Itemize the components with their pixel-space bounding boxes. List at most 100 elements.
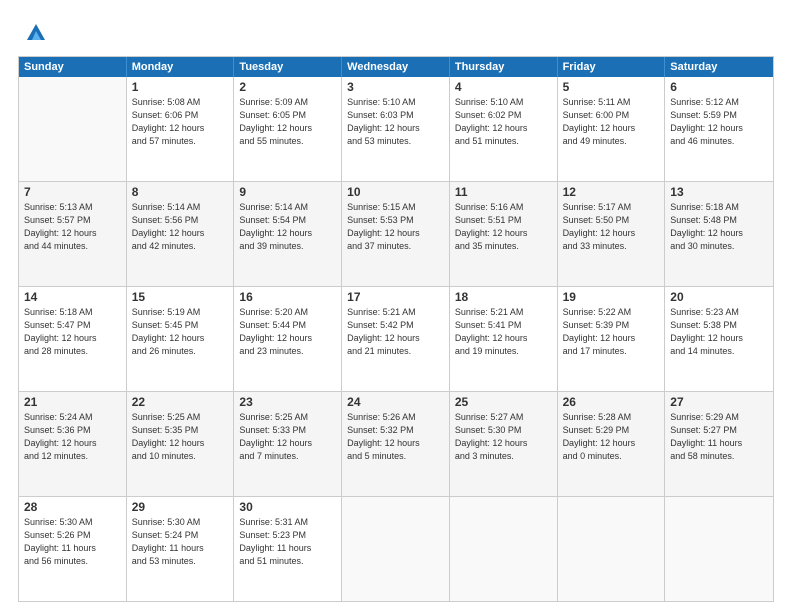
calendar-row-2: 7 Sunrise: 5:13 AM Sunset: 5:57 PM Daylig… [19,182,773,287]
day-info: Sunrise: 5:19 AM Sunset: 5:45 PM Dayligh… [132,306,229,358]
day-header-friday: Friday [558,57,666,77]
day-info: Sunrise: 5:10 AM Sunset: 6:02 PM Dayligh… [455,96,552,148]
calendar-cell-2-2: 8 Sunrise: 5:14 AM Sunset: 5:56 PM Daylig… [127,182,235,286]
logo-icon [22,18,50,46]
day-number: 6 [670,80,768,94]
day-header-thursday: Thursday [450,57,558,77]
calendar-cell-1-7: 6 Sunrise: 5:12 AM Sunset: 5:59 PM Daylig… [665,77,773,181]
day-info: Sunrise: 5:18 AM Sunset: 5:48 PM Dayligh… [670,201,768,253]
day-number: 26 [563,395,660,409]
day-number: 25 [455,395,552,409]
day-info: Sunrise: 5:24 AM Sunset: 5:36 PM Dayligh… [24,411,121,463]
header [18,18,774,46]
calendar-cell-1-3: 2 Sunrise: 5:09 AM Sunset: 6:05 PM Daylig… [234,77,342,181]
day-info: Sunrise: 5:25 AM Sunset: 5:35 PM Dayligh… [132,411,229,463]
day-number: 1 [132,80,229,94]
day-info: Sunrise: 5:17 AM Sunset: 5:50 PM Dayligh… [563,201,660,253]
calendar-cell-3-1: 14Sunrise: 5:18 AM Sunset: 5:47 PM Dayli… [19,287,127,391]
day-info: Sunrise: 5:08 AM Sunset: 6:06 PM Dayligh… [132,96,229,148]
day-number: 21 [24,395,121,409]
day-number: 23 [239,395,336,409]
day-number: 8 [132,185,229,199]
calendar-cell-2-4: 10 Sunrise: 5:15 AM Sunset: 5:53 PM Dayli… [342,182,450,286]
day-info: Sunrise: 5:30 AM Sunset: 5:24 PM Dayligh… [132,516,229,568]
calendar-cell-4-5: 25Sunrise: 5:27 AM Sunset: 5:30 PM Dayli… [450,392,558,496]
day-header-saturday: Saturday [665,57,773,77]
calendar-cell-4-3: 23Sunrise: 5:25 AM Sunset: 5:33 PM Dayli… [234,392,342,496]
calendar-cell-4-2: 22 Sunrise: 5:25 AM Sunset: 5:35 PM Dayli… [127,392,235,496]
calendar-cell-2-7: 13Sunrise: 5:18 AM Sunset: 5:48 PM Dayli… [665,182,773,286]
day-info: Sunrise: 5:23 AM Sunset: 5:38 PM Dayligh… [670,306,768,358]
day-number: 15 [132,290,229,304]
day-header-sunday: Sunday [19,57,127,77]
calendar-cell-2-3: 9 Sunrise: 5:14 AM Sunset: 5:54 PM Daylig… [234,182,342,286]
calendar-cell-5-4 [342,497,450,601]
day-number: 28 [24,500,121,514]
day-number: 29 [132,500,229,514]
calendar-row-5: 28Sunrise: 5:30 AM Sunset: 5:26 PM Dayli… [19,497,773,601]
day-info: Sunrise: 5:13 AM Sunset: 5:57 PM Dayligh… [24,201,121,253]
day-info: Sunrise: 5:29 AM Sunset: 5:27 PM Dayligh… [670,411,768,463]
calendar-cell-3-2: 15 Sunrise: 5:19 AM Sunset: 5:45 PM Dayli… [127,287,235,391]
day-number: 18 [455,290,552,304]
day-number: 9 [239,185,336,199]
calendar-cell-1-4: 3 Sunrise: 5:10 AM Sunset: 6:03 PM Daylig… [342,77,450,181]
day-number: 22 [132,395,229,409]
day-info: Sunrise: 5:26 AM Sunset: 5:32 PM Dayligh… [347,411,444,463]
calendar-cell-4-1: 21 Sunrise: 5:24 AM Sunset: 5:36 PM Dayli… [19,392,127,496]
day-info: Sunrise: 5:21 AM Sunset: 5:41 PM Dayligh… [455,306,552,358]
day-info: Sunrise: 5:12 AM Sunset: 5:59 PM Dayligh… [670,96,768,148]
day-number: 24 [347,395,444,409]
day-info: Sunrise: 5:11 AM Sunset: 6:00 PM Dayligh… [563,96,660,148]
day-info: Sunrise: 5:09 AM Sunset: 6:05 PM Dayligh… [239,96,336,148]
day-number: 7 [24,185,121,199]
calendar-cell-1-6: 5 Sunrise: 5:11 AM Sunset: 6:00 PM Daylig… [558,77,666,181]
day-number: 16 [239,290,336,304]
day-header-wednesday: Wednesday [342,57,450,77]
calendar-row-4: 21 Sunrise: 5:24 AM Sunset: 5:36 PM Dayli… [19,392,773,497]
calendar-cell-4-7: 27 Sunrise: 5:29 AM Sunset: 5:27 PM Dayli… [665,392,773,496]
calendar-cell-1-1 [19,77,127,181]
calendar-cell-2-1: 7 Sunrise: 5:13 AM Sunset: 5:57 PM Daylig… [19,182,127,286]
day-info: Sunrise: 5:16 AM Sunset: 5:51 PM Dayligh… [455,201,552,253]
day-info: Sunrise: 5:28 AM Sunset: 5:29 PM Dayligh… [563,411,660,463]
day-header-monday: Monday [127,57,235,77]
day-number: 5 [563,80,660,94]
day-info: Sunrise: 5:31 AM Sunset: 5:23 PM Dayligh… [239,516,336,568]
page: SundayMondayTuesdayWednesdayThursdayFrid… [0,0,792,612]
day-number: 14 [24,290,121,304]
calendar-cell-3-3: 16 Sunrise: 5:20 AM Sunset: 5:44 PM Dayli… [234,287,342,391]
day-info: Sunrise: 5:14 AM Sunset: 5:54 PM Dayligh… [239,201,336,253]
calendar-cell-5-1: 28Sunrise: 5:30 AM Sunset: 5:26 PM Dayli… [19,497,127,601]
calendar-cell-5-6 [558,497,666,601]
day-header-tuesday: Tuesday [234,57,342,77]
day-info: Sunrise: 5:10 AM Sunset: 6:03 PM Dayligh… [347,96,444,148]
calendar-cell-1-2: 1 Sunrise: 5:08 AM Sunset: 6:06 PM Daylig… [127,77,235,181]
calendar-cell-2-5: 11Sunrise: 5:16 AM Sunset: 5:51 PM Dayli… [450,182,558,286]
calendar-cell-3-6: 19 Sunrise: 5:22 AM Sunset: 5:39 PM Dayli… [558,287,666,391]
logo [18,18,50,46]
calendar-header: SundayMondayTuesdayWednesdayThursdayFrid… [19,57,773,77]
day-number: 30 [239,500,336,514]
calendar-cell-5-7 [665,497,773,601]
calendar-cell-4-6: 26 Sunrise: 5:28 AM Sunset: 5:29 PM Dayli… [558,392,666,496]
day-number: 2 [239,80,336,94]
day-info: Sunrise: 5:14 AM Sunset: 5:56 PM Dayligh… [132,201,229,253]
day-number: 27 [670,395,768,409]
day-number: 19 [563,290,660,304]
calendar-cell-2-6: 12Sunrise: 5:17 AM Sunset: 5:50 PM Dayli… [558,182,666,286]
day-number: 20 [670,290,768,304]
day-info: Sunrise: 5:15 AM Sunset: 5:53 PM Dayligh… [347,201,444,253]
calendar-cell-4-4: 24 Sunrise: 5:26 AM Sunset: 5:32 PM Dayli… [342,392,450,496]
calendar-cell-3-7: 20 Sunrise: 5:23 AM Sunset: 5:38 PM Dayli… [665,287,773,391]
day-number: 10 [347,185,444,199]
day-number: 4 [455,80,552,94]
day-number: 3 [347,80,444,94]
day-info: Sunrise: 5:20 AM Sunset: 5:44 PM Dayligh… [239,306,336,358]
calendar-cell-5-5 [450,497,558,601]
day-info: Sunrise: 5:22 AM Sunset: 5:39 PM Dayligh… [563,306,660,358]
calendar-cell-5-2: 29 Sunrise: 5:30 AM Sunset: 5:24 PM Dayli… [127,497,235,601]
calendar: SundayMondayTuesdayWednesdayThursdayFrid… [18,56,774,602]
calendar-cell-3-5: 18 Sunrise: 5:21 AM Sunset: 5:41 PM Dayli… [450,287,558,391]
calendar-cell-5-3: 30 Sunrise: 5:31 AM Sunset: 5:23 PM Dayli… [234,497,342,601]
